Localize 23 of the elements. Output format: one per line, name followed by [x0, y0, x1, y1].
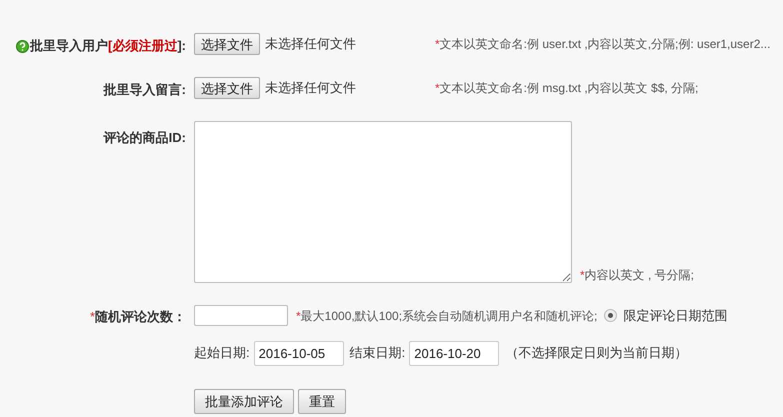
- count-input[interactable]: [194, 305, 288, 326]
- start-date-field[interactable]: 2016-10-05: [254, 340, 344, 366]
- file-status: 未选择任何文件: [265, 79, 357, 97]
- field-label: 批里导入用户[必须注册过]:: [30, 37, 186, 55]
- hint-text: *文本以英文命名:例 user.txt ,内容以英文,分隔;例: user1,user2...: [435, 36, 770, 53]
- reset-button[interactable]: 重置: [298, 389, 346, 414]
- choose-file-button[interactable]: 选择文件: [194, 77, 260, 99]
- choose-file-button[interactable]: 选择文件: [194, 33, 260, 55]
- file-status: 未选择任何文件: [265, 35, 357, 53]
- hint-text: *内容以英文 , 号分隔;: [580, 267, 694, 284]
- field-label: 批里导入留言:: [104, 81, 186, 99]
- field-label: *随机评论次数：: [90, 308, 186, 326]
- submit-button[interactable]: 批量添加评论: [194, 389, 294, 414]
- field-label: 评论的商品ID:: [104, 129, 186, 147]
- date-note: （不选择限定日则为当前日期）: [505, 344, 688, 362]
- end-date-field[interactable]: 2016-10-20: [409, 340, 500, 366]
- hint-text: *文本以英文命名:例 msg.txt ,内容以英文 $$, 分隔;: [435, 80, 698, 97]
- radio-label[interactable]: 限定评论日期范围: [623, 306, 728, 324]
- product-id-textarea[interactable]: [194, 121, 572, 283]
- start-date-label: 起始日期:: [194, 344, 250, 362]
- hint-text: *最大1000,默认100;系统会自动随机调用户名和随机评论;: [296, 308, 598, 324]
- end-date-label: 结束日期:: [350, 344, 406, 362]
- radio-button[interactable]: [604, 309, 618, 322]
